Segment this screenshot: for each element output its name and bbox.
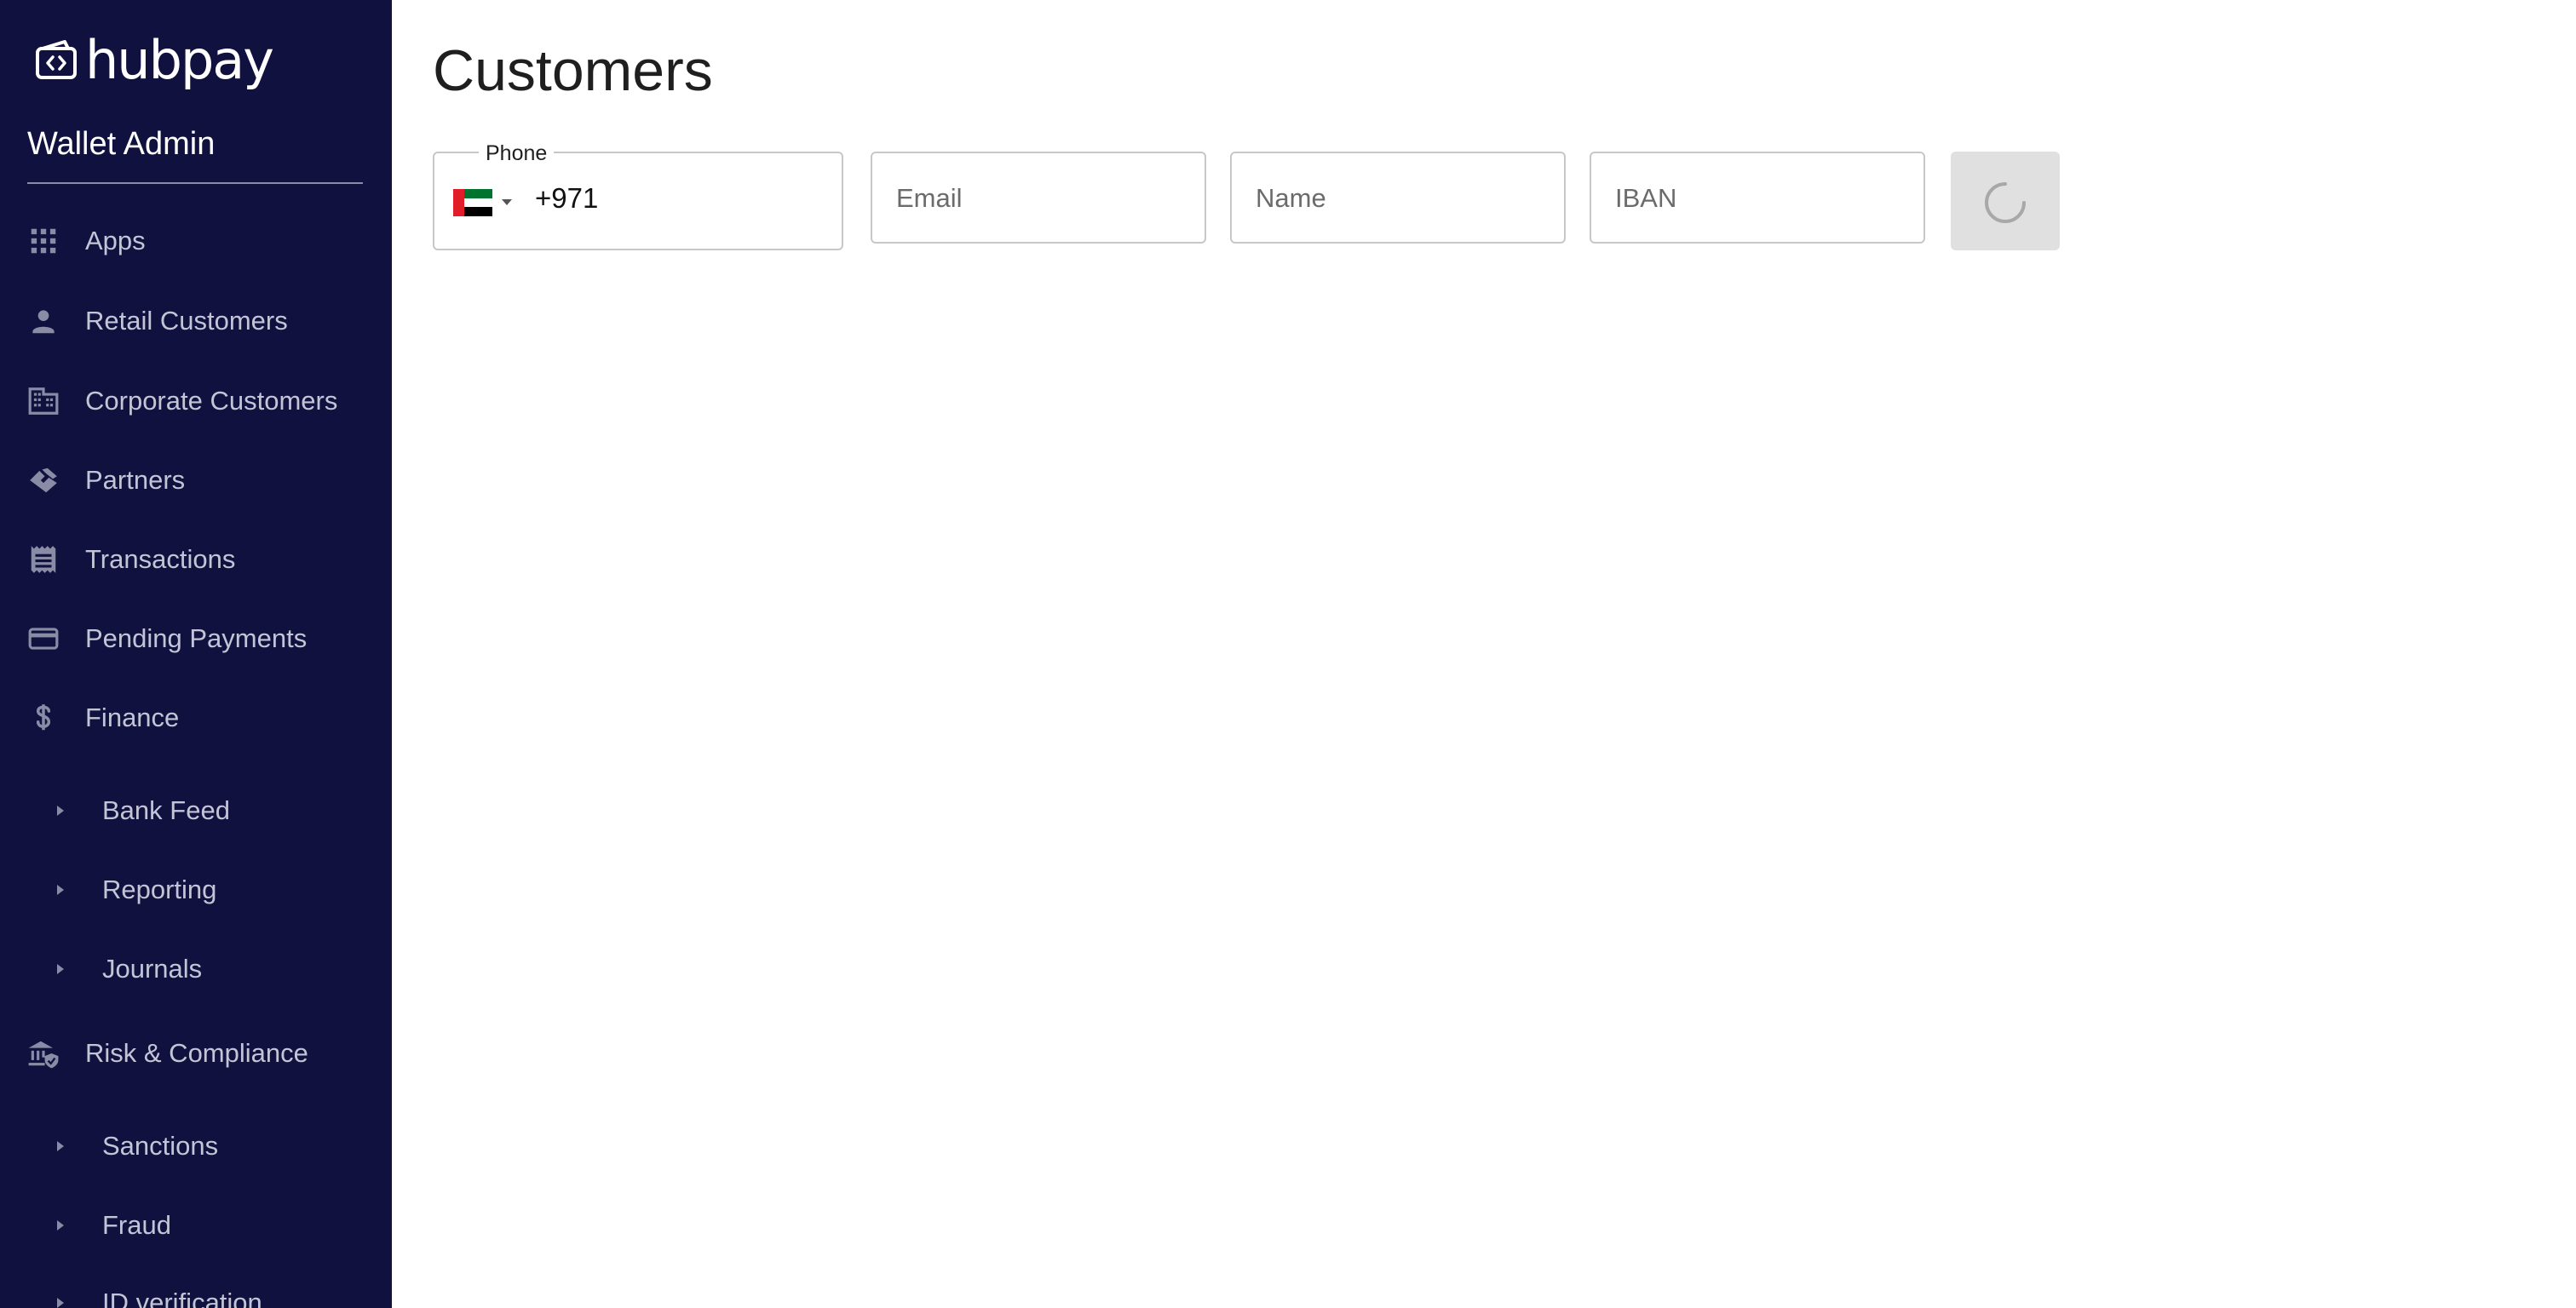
receipt-icon: [31, 546, 56, 573]
caret-right-icon: [57, 806, 64, 816]
uae-flag-icon[interactable]: [453, 189, 492, 216]
sidebar-item-retail-customers[interactable]: Retail Customers: [0, 287, 392, 355]
logo-icon: [36, 40, 77, 79]
caret-right-icon: [57, 1220, 64, 1231]
caret-right-icon: [57, 964, 64, 974]
phone-input[interactable]: +971: [535, 182, 598, 215]
sidebar-item-label: Fraud: [102, 1210, 171, 1240]
sidebar: hubpay Wallet Admin Apps Retail Customer…: [0, 0, 392, 1308]
name-input[interactable]: [1254, 153, 1555, 244]
sidebar-item-label: Pending Payments: [85, 623, 308, 653]
sidebar-item-label: Risk & Compliance: [85, 1038, 308, 1068]
sidebar-subitem-sanctions[interactable]: Sanctions: [0, 1112, 392, 1180]
sidebar-item-finance[interactable]: Finance: [0, 684, 392, 752]
sidebar-item-partners[interactable]: Partners: [0, 446, 392, 514]
sidebar-subitem-fraud[interactable]: Fraud: [0, 1191, 392, 1259]
sidebar-item-label: Bank Feed: [102, 795, 230, 825]
sidebar-subitem-reporting[interactable]: Reporting: [0, 856, 392, 924]
sidebar-subitem-bank-feed[interactable]: Bank Feed: [0, 777, 392, 845]
spinner-icon: [1985, 182, 2026, 223]
hubpay-logo[interactable]: hubpay: [34, 29, 274, 91]
phone-field[interactable]: Phone +971: [433, 141, 843, 250]
sidebar-item-label: ID verification: [102, 1288, 262, 1308]
sidebar-item-transactions[interactable]: Transactions: [0, 525, 392, 594]
email-field[interactable]: [871, 152, 1206, 244]
sidebar-item-label: Journals: [102, 954, 203, 984]
bank-shield-icon: [28, 1041, 59, 1069]
iban-input[interactable]: [1613, 153, 1915, 244]
search-button[interactable]: [1951, 152, 2060, 250]
chevron-down-icon[interactable]: [501, 198, 513, 206]
sidebar-item-label: Corporate Customers: [85, 386, 338, 416]
caret-right-icon: [57, 1141, 64, 1151]
sidebar-item-label: Transactions: [85, 544, 236, 574]
page-title: Customers: [433, 38, 713, 103]
sidebar-item-label: Retail Customers: [85, 306, 288, 336]
sidebar-item-pending-payments[interactable]: Pending Payments: [0, 605, 392, 673]
dollar-icon: [36, 704, 51, 731]
sidebar-divider: [27, 182, 363, 184]
caret-right-icon: [57, 885, 64, 895]
email-input[interactable]: [894, 153, 1196, 244]
sidebar-item-label: Apps: [85, 226, 146, 255]
name-field[interactable]: [1230, 152, 1566, 244]
app-title: Wallet Admin: [27, 126, 216, 162]
credit-card-icon: [28, 628, 59, 650]
caret-right-icon: [57, 1298, 64, 1308]
sidebar-item-label: Sanctions: [102, 1131, 219, 1161]
brand-name: hubpay: [85, 29, 274, 91]
sidebar-item-apps[interactable]: Apps: [0, 207, 392, 275]
sidebar-item-risk-compliance[interactable]: Risk & Compliance: [0, 1019, 392, 1087]
sidebar-item-label: Partners: [85, 465, 186, 495]
sidebar-subitem-id-verification[interactable]: ID verification: [0, 1269, 392, 1308]
apps-grid-icon: [31, 228, 56, 254]
sidebar-item-label: Finance: [85, 703, 180, 732]
sidebar-item-corporate-customers[interactable]: Corporate Customers: [0, 367, 392, 435]
phone-label: Phone: [479, 141, 555, 166]
sidebar-subitem-journals[interactable]: Journals: [0, 935, 392, 1003]
iban-field[interactable]: [1590, 152, 1925, 244]
sidebar-item-label: Reporting: [102, 875, 217, 904]
handshake-icon: [30, 468, 57, 493]
person-icon: [32, 310, 55, 334]
building-icon: [28, 387, 59, 415]
